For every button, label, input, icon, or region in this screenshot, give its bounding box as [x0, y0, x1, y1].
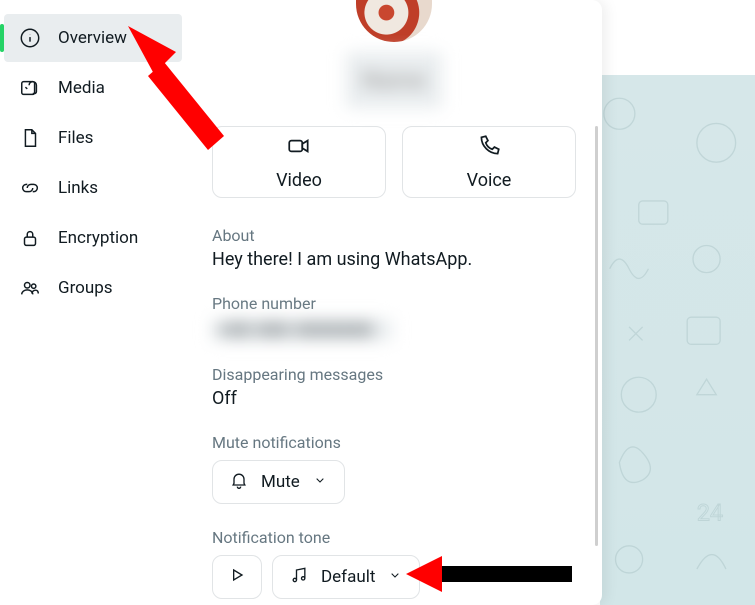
- mute-button-label: Mute: [261, 472, 300, 492]
- sidebar-item-encryption[interactable]: Encryption: [4, 214, 182, 262]
- sidebar-item-label: Media: [58, 78, 105, 98]
- sidebar: Overview Media Files Links Encryption: [0, 0, 186, 605]
- play-tone-button[interactable]: [212, 555, 262, 599]
- lock-icon: [18, 226, 42, 250]
- video-call-button[interactable]: Video: [212, 126, 386, 198]
- about-label: About: [212, 226, 576, 245]
- music-icon: [289, 565, 309, 590]
- chevron-down-icon: [312, 472, 328, 493]
- tone-label: Notification tone: [212, 528, 576, 547]
- disappearing-label: Disappearing messages: [212, 365, 576, 384]
- sidebar-item-label: Files: [58, 128, 93, 148]
- phone-label: Phone number: [212, 294, 576, 313]
- avatar[interactable]: [356, 0, 432, 42]
- file-icon: [18, 126, 42, 150]
- media-icon: [18, 76, 42, 100]
- sidebar-item-label: Encryption: [58, 228, 138, 248]
- link-icon: [18, 176, 42, 200]
- phone-icon: [476, 133, 502, 164]
- sidebar-item-links[interactable]: Links: [4, 164, 182, 212]
- scrollbar[interactable]: [595, 126, 598, 546]
- contact-name: Name: [346, 52, 442, 108]
- sidebar-item-media[interactable]: Media: [4, 64, 182, 112]
- sidebar-item-label: Overview: [58, 28, 127, 48]
- sidebar-item-label: Links: [58, 178, 98, 198]
- tone-select[interactable]: Default: [272, 555, 420, 599]
- mute-label: Mute notifications: [212, 433, 576, 452]
- info-icon: [18, 26, 42, 50]
- play-icon: [227, 565, 247, 590]
- sidebar-item-label: Groups: [58, 278, 113, 298]
- voice-call-button[interactable]: Voice: [402, 126, 576, 198]
- about-value: Hey there! I am using WhatsApp.: [212, 249, 576, 270]
- groups-icon: [18, 276, 42, 300]
- contact-info-panel: Overview Media Files Links Encryption: [0, 0, 602, 605]
- video-icon: [286, 133, 312, 164]
- disappearing-value[interactable]: Off: [212, 388, 576, 409]
- video-label: Video: [276, 170, 322, 191]
- sidebar-item-files[interactable]: Files: [4, 114, 182, 162]
- chat-wallpaper: 24: [600, 75, 755, 605]
- mute-button[interactable]: Mute: [212, 460, 345, 504]
- bell-icon: [229, 470, 249, 495]
- phone-value: +00 000 0000000: [212, 319, 392, 341]
- tone-value: Default: [321, 567, 375, 587]
- sidebar-item-overview[interactable]: Overview: [4, 14, 182, 62]
- svg-text:24: 24: [697, 499, 723, 527]
- sidebar-item-groups[interactable]: Groups: [4, 264, 182, 312]
- contact-details: Name Video Voice About Hey there! I am u…: [186, 0, 602, 605]
- voice-label: Voice: [467, 170, 512, 191]
- chevron-down-icon: [387, 567, 403, 588]
